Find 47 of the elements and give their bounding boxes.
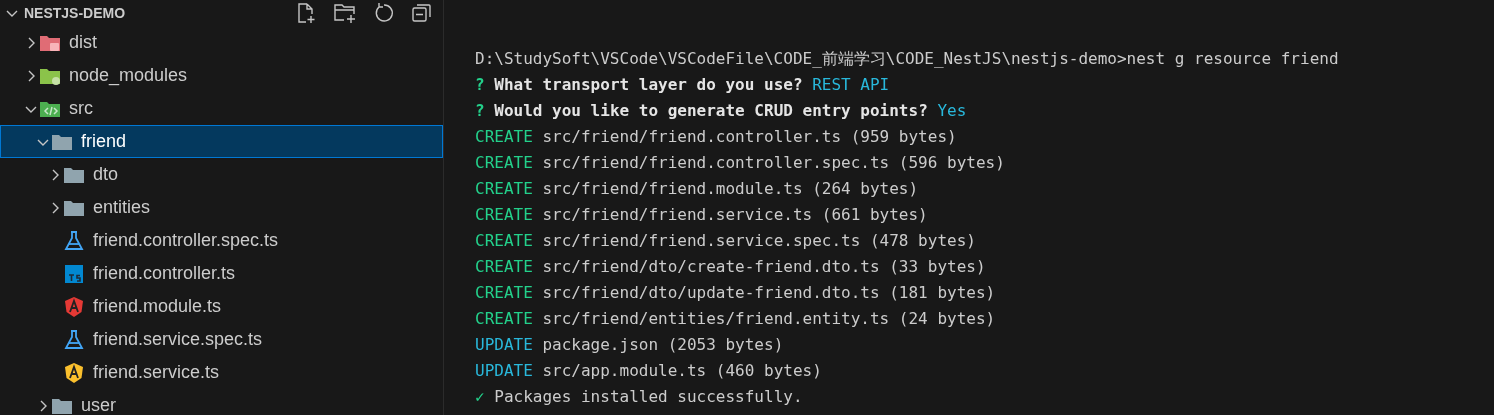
tree-item[interactable]: friend.module.ts [0, 290, 443, 323]
output-text: package.json (2053 bytes) [542, 335, 784, 354]
prompt-answer: REST API [812, 75, 890, 94]
shield-icon [63, 361, 85, 384]
tree-item[interactable]: dist [0, 26, 443, 59]
prompt-mark: ? [475, 75, 485, 94]
action-label: UPDATE [475, 361, 533, 380]
tree-item[interactable]: src [0, 92, 443, 125]
tree-item[interactable]: friend.service.spec.ts [0, 323, 443, 356]
flask-icon [63, 328, 85, 351]
action-label: CREATE [475, 205, 533, 224]
shield-icon [63, 295, 85, 318]
tree-item[interactable]: friend.controller.ts [0, 257, 443, 290]
prompt-question: Would you like to generate CRUD entry points? [494, 101, 928, 120]
output-text: src/friend/friend.controller.ts (959 bytes) [542, 127, 957, 146]
action-label: CREATE [475, 309, 533, 328]
action-label: CREATE [475, 283, 533, 302]
prompt-mark: ? [475, 101, 485, 120]
tree-item[interactable]: friend.service.ts [0, 356, 443, 389]
action-label: CREATE [475, 153, 533, 172]
prompt-answer: Yes [937, 101, 967, 120]
output-text: src/friend/friend.service.ts (661 bytes) [542, 205, 928, 224]
output-text: Packages installed successfully. [494, 387, 803, 406]
tree-item[interactable]: friend.controller.spec.ts [0, 224, 443, 257]
command-line: D:\StudySoft\VSCode\VSCodeFile\CODE_前端学习\CODE_NestJS\nestjs-demo>nest g resource friend [475, 49, 1339, 68]
flask-icon [63, 229, 85, 252]
action-label: CREATE [475, 257, 533, 276]
action-label: CREATE [475, 127, 533, 146]
explorer-title: NESTJS-DEMO [24, 5, 127, 21]
tree-item[interactable]: friend [0, 125, 443, 158]
output-text: src/friend/dto/create-friend.dto.ts (33 bytes) [542, 257, 986, 276]
output-text: src/friend/friend.service.spec.ts (478 bytes) [542, 231, 976, 250]
tree-item[interactable]: dto [0, 158, 443, 191]
output-text: src/friend/friend.controller.spec.ts (596 bytes) [542, 153, 1005, 172]
output-text: src/friend/friend.module.ts (264 bytes) [542, 179, 919, 198]
tree-item[interactable]: node_modules [0, 59, 443, 92]
action-label: UPDATE [475, 335, 533, 354]
tree-item[interactable]: entities [0, 191, 443, 224]
output-text: src/friend/dto/update-friend.dto.ts (181 bytes) [542, 283, 996, 302]
action-label: CREATE [475, 231, 533, 250]
output-text: src/friend/entities/friend.entity.ts (24 bytes) [542, 309, 996, 328]
tree-item[interactable]: user [0, 389, 443, 415]
typescript-icon [63, 262, 85, 285]
action-label: CREATE [475, 179, 533, 198]
check-mark: ✓ [475, 387, 485, 406]
prompt-question: What transport layer do you use? [494, 75, 803, 94]
output-text: src/app.module.ts (460 bytes) [542, 361, 822, 380]
